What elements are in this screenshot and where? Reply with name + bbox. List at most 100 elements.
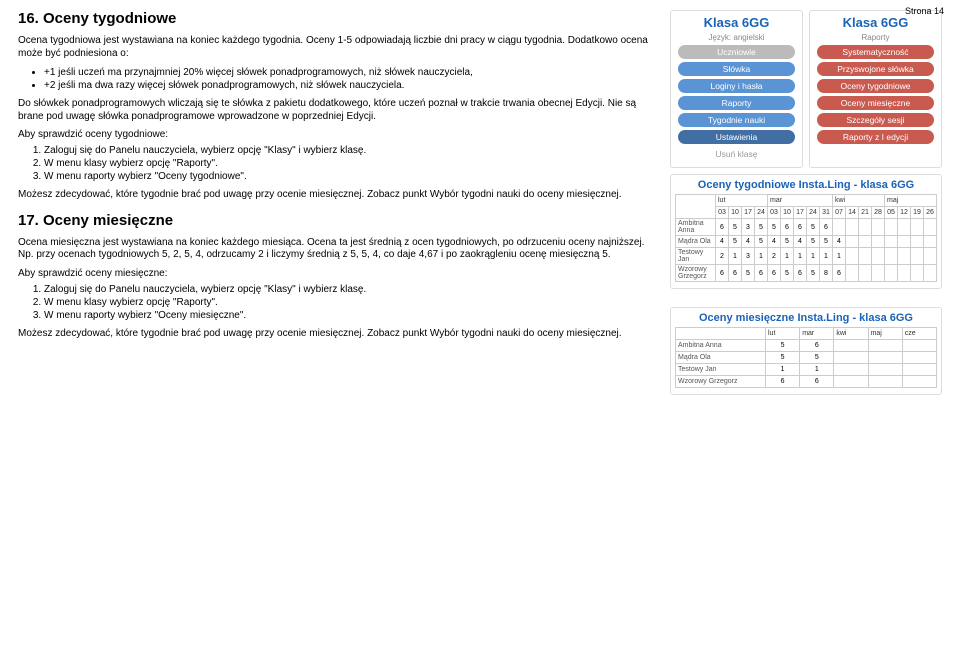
bullet-item: +2 jeśli ma dwa razy więcej słówek ponad… bbox=[44, 79, 656, 92]
month-header: kwi bbox=[833, 195, 885, 207]
step-item: W menu klasy wybierz opcję "Raporty". bbox=[44, 157, 656, 170]
grade-cell: 5 bbox=[755, 236, 768, 248]
grade-cell bbox=[898, 265, 911, 282]
grade-cell: 1 bbox=[766, 364, 800, 376]
menu-item[interactable]: Oceny miesięczne bbox=[817, 96, 934, 110]
grade-cell bbox=[868, 376, 902, 388]
s16-para2: Do słówkek ponadprogramowych wliczają si… bbox=[18, 98, 656, 123]
grade-cell bbox=[846, 265, 859, 282]
grade-cell bbox=[924, 248, 937, 265]
step-item: W menu raporty wybierz "Oceny tygodniowe… bbox=[44, 170, 656, 183]
grade-cell: 6 bbox=[729, 265, 742, 282]
grade-cell: 6 bbox=[800, 376, 834, 388]
grade-cell: 1 bbox=[755, 248, 768, 265]
grade-cell: 3 bbox=[742, 248, 755, 265]
grade-cell: 5 bbox=[729, 219, 742, 236]
day-header: 28 bbox=[872, 207, 885, 219]
table-row: Ambitna Anna56 bbox=[676, 340, 937, 352]
grade-cell bbox=[859, 265, 872, 282]
grade-cell bbox=[833, 219, 846, 236]
grade-cell bbox=[898, 248, 911, 265]
menu-item[interactable]: Usuń klasę bbox=[678, 147, 795, 161]
weekly-grades-card: Oceny tygodniowe Insta.Ling - klasa 6GG … bbox=[670, 174, 942, 289]
grade-cell bbox=[872, 248, 885, 265]
grade-cell: 6 bbox=[768, 265, 781, 282]
day-header: 12 bbox=[898, 207, 911, 219]
card-title: Klasa 6GG bbox=[704, 15, 770, 30]
grade-cell bbox=[872, 265, 885, 282]
student-name: Ambitna Anna bbox=[676, 340, 766, 352]
grade-cell: 1 bbox=[729, 248, 742, 265]
grade-cell: 5 bbox=[820, 236, 833, 248]
day-header: 07 bbox=[833, 207, 846, 219]
grade-cell: 5 bbox=[742, 265, 755, 282]
menu-item[interactable]: Loginy i hasła bbox=[678, 79, 795, 93]
grade-cell bbox=[924, 236, 937, 248]
step-item: Zaloguj się do Panelu nauczyciela, wybie… bbox=[44, 283, 656, 296]
grade-cell: 4 bbox=[833, 236, 846, 248]
grade-cell bbox=[885, 248, 898, 265]
grade-cell bbox=[834, 364, 868, 376]
grade-cell bbox=[924, 265, 937, 282]
grade-cell bbox=[902, 340, 936, 352]
menu-item[interactable]: Przyswojone słówka bbox=[817, 62, 934, 76]
month-header: lut bbox=[766, 328, 800, 340]
grade-cell: 1 bbox=[833, 248, 846, 265]
table-row: Testowy Jan11 bbox=[676, 364, 937, 376]
menu-item[interactable]: Uczniowie bbox=[678, 45, 795, 59]
menu-item[interactable]: Ustawienia bbox=[678, 130, 795, 144]
grade-cell bbox=[834, 376, 868, 388]
grade-cell bbox=[834, 340, 868, 352]
reports-menu-card: Klasa 6GG Raporty Systematyczność Przysw… bbox=[809, 10, 942, 168]
grade-cell bbox=[911, 265, 924, 282]
grade-cell: 5 bbox=[800, 352, 834, 364]
menu-item[interactable]: Systematyczność bbox=[817, 45, 934, 59]
table-row: Mądra Ola4545454554 bbox=[676, 236, 937, 248]
page-number: Strona 14 bbox=[905, 6, 944, 16]
grade-cell bbox=[846, 248, 859, 265]
grade-cell bbox=[885, 265, 898, 282]
grade-cell bbox=[902, 352, 936, 364]
menu-item[interactable]: Tygodnie nauki bbox=[678, 113, 795, 127]
table-row: Wzorowy Grzegorz66 bbox=[676, 376, 937, 388]
heading-17: 17. Oceny miesięczne bbox=[18, 212, 656, 229]
grade-cell: 6 bbox=[820, 219, 833, 236]
step-item: W menu raporty wybierz "Oceny miesięczne… bbox=[44, 309, 656, 322]
menu-item[interactable]: Oceny tygodniowe bbox=[817, 79, 934, 93]
s16-para4: Możesz zdecydować, które tygodnie brać p… bbox=[18, 189, 656, 202]
card-sub: Język: angielski bbox=[708, 33, 764, 42]
menu-item[interactable]: Słówka bbox=[678, 62, 795, 76]
s16-para1: Ocena tygodniowa jest wystawiana na koni… bbox=[18, 35, 656, 60]
s16-bullets: +1 jeśli uczeń ma przynajmniej 20% więce… bbox=[44, 66, 656, 92]
menu-item[interactable]: Raporty z I edycji bbox=[817, 130, 934, 144]
grade-cell: 4 bbox=[716, 236, 729, 248]
grade-cell: 6 bbox=[794, 219, 807, 236]
month-header: mar bbox=[768, 195, 833, 207]
grade-cell: 1 bbox=[800, 364, 834, 376]
student-name: Mądra Ola bbox=[676, 352, 766, 364]
month-header: kwi bbox=[834, 328, 868, 340]
student-name: Testowy Jan bbox=[676, 364, 766, 376]
month-header: mar bbox=[800, 328, 834, 340]
weekly-table: lutmarkwimaj0310172403101724310714212805… bbox=[675, 194, 937, 282]
grade-cell: 5 bbox=[766, 340, 800, 352]
grade-cell: 5 bbox=[755, 219, 768, 236]
s16-steps: Zaloguj się do Panelu nauczyciela, wybie… bbox=[44, 144, 656, 183]
grade-cell bbox=[872, 236, 885, 248]
side-menus: Klasa 6GG Język: angielski Uczniowie Słó… bbox=[670, 10, 942, 168]
month-header: cze bbox=[902, 328, 936, 340]
table-row: Wzorowy Grzegorz6656656586 bbox=[676, 265, 937, 282]
grade-cell: 6 bbox=[781, 219, 794, 236]
menu-item[interactable]: Szczegóły sesji bbox=[817, 113, 934, 127]
grade-cell bbox=[898, 236, 911, 248]
table-row: Testowy Jan2131211111 bbox=[676, 248, 937, 265]
grade-cell bbox=[859, 236, 872, 248]
grade-cell: 4 bbox=[768, 236, 781, 248]
day-header: 14 bbox=[846, 207, 859, 219]
day-header: 10 bbox=[729, 207, 742, 219]
grade-cell: 5 bbox=[807, 219, 820, 236]
step-item: W menu klasy wybierz opcję "Raporty". bbox=[44, 296, 656, 309]
grade-cell bbox=[924, 219, 937, 236]
menu-item[interactable]: Raporty bbox=[678, 96, 795, 110]
student-name: Wzorowy Grzegorz bbox=[676, 265, 716, 282]
